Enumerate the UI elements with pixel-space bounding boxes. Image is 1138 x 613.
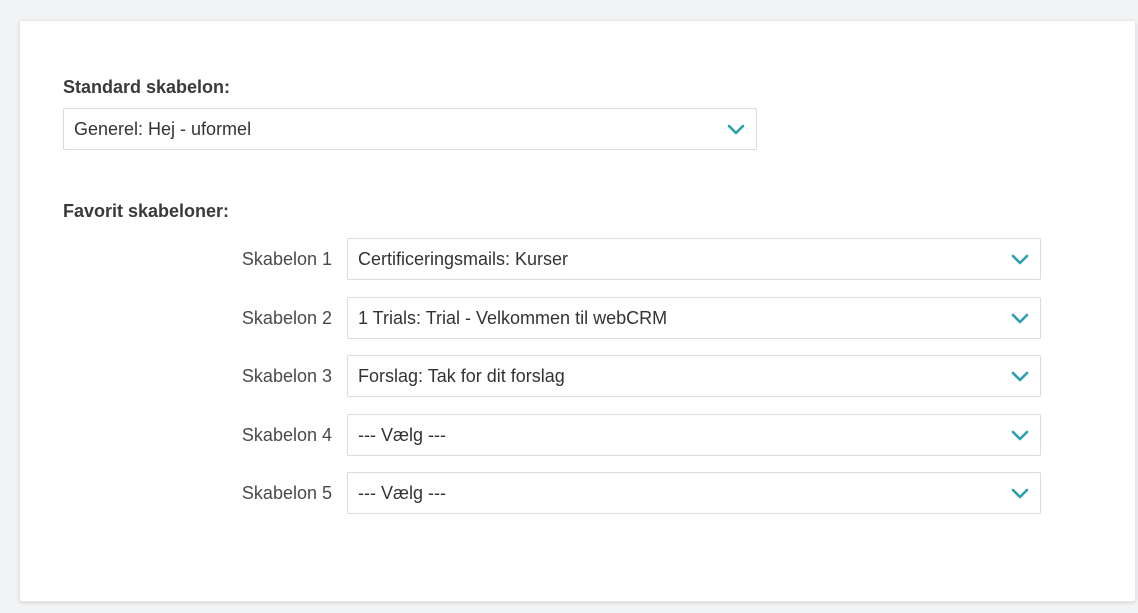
template-1-label: Skabelon 1 bbox=[241, 249, 332, 269]
template-1-select[interactable]: Certificeringsmails: Kurser bbox=[347, 238, 1041, 280]
chevron-down-icon bbox=[716, 109, 756, 149]
template-4-label: Skabelon 4 bbox=[241, 425, 332, 445]
template-2-select[interactable]: 1 Trials: Trial - Velkommen til webCRM bbox=[347, 297, 1041, 339]
chevron-down-icon bbox=[1000, 356, 1040, 396]
template-2-label: Skabelon 2 bbox=[241, 308, 332, 328]
favorite-templates-label: Favorit skabeloner: bbox=[63, 201, 230, 221]
chevron-down-icon bbox=[1000, 239, 1040, 279]
template-5-value: --- Vælg --- bbox=[358, 482, 446, 503]
template-2-value: 1 Trials: Trial - Velkommen til webCRM bbox=[358, 307, 668, 328]
standard-template-select[interactable]: Generel: Hej - uformel bbox=[63, 108, 757, 150]
standard-template-label: Standard skabelon: bbox=[63, 77, 231, 97]
template-3-label: Skabelon 3 bbox=[241, 366, 332, 386]
template-1-value: Certificeringsmails: Kurser bbox=[358, 248, 569, 269]
chevron-down-icon bbox=[1000, 473, 1040, 513]
template-4-select[interactable]: --- Vælg --- bbox=[347, 414, 1041, 456]
settings-card: Standard skabelon: Generel: Hej - uforme… bbox=[19, 20, 1136, 602]
chevron-down-icon bbox=[1000, 298, 1040, 338]
template-4-value: --- Vælg --- bbox=[358, 424, 446, 445]
template-3-value: Forslag: Tak for dit forslag bbox=[358, 365, 565, 386]
template-5-label: Skabelon 5 bbox=[241, 483, 332, 503]
standard-template-value: Generel: Hej - uformel bbox=[74, 118, 252, 139]
template-3-select[interactable]: Forslag: Tak for dit forslag bbox=[347, 355, 1041, 397]
template-5-select[interactable]: --- Vælg --- bbox=[347, 472, 1041, 514]
chevron-down-icon bbox=[1000, 415, 1040, 455]
